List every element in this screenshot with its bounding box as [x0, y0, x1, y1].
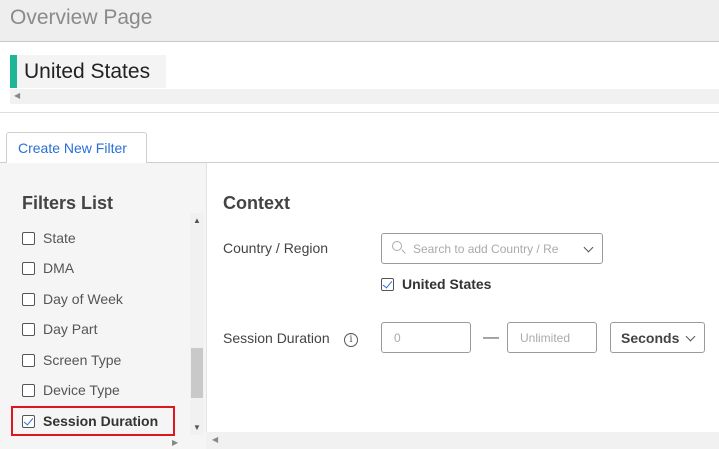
top-horizontal-scrollbar[interactable]: ◀ [10, 89, 719, 104]
selected-country-label: United States [24, 60, 151, 83]
info-icon[interactable]: i [344, 333, 358, 347]
filter-item-label: State [43, 230, 76, 246]
country-region-label: Country / Region [223, 240, 329, 256]
scroll-down-icon[interactable]: ▼ [193, 423, 201, 432]
filter-item-label: Day of Week [43, 291, 123, 307]
session-duration-highlight [11, 406, 175, 436]
filter-item-label: DMA [43, 260, 75, 276]
filter-item-day-part[interactable]: Day Part [22, 318, 97, 340]
filter-item-label: Device Type [43, 382, 120, 398]
scroll-up-icon[interactable]: ▲ [193, 216, 201, 225]
country-option-label: United States [402, 276, 492, 292]
checkbox[interactable] [22, 383, 35, 397]
chevron-down-icon[interactable] [685, 331, 696, 342]
country-accent-bar [10, 55, 17, 88]
scroll-right-icon[interactable]: ▶ [172, 438, 178, 447]
checkbox-checked[interactable] [381, 277, 394, 291]
tab-create-new-filter[interactable]: Create New Filter [6, 132, 147, 163]
filter-item-label: Day Part [43, 321, 98, 337]
country-search-dropdown[interactable] [381, 233, 603, 264]
scrollbar-thumb[interactable] [191, 348, 203, 398]
page-title: Overview Page [10, 6, 153, 29]
scroll-left-icon[interactable]: ◀ [14, 91, 20, 100]
session-duration-min-input[interactable] [381, 322, 471, 353]
chevron-down-icon[interactable] [583, 242, 594, 253]
checkbox[interactable] [22, 292, 35, 306]
country-option-united-states[interactable]: United States [381, 273, 491, 295]
duration-unit-label: Seconds [621, 330, 680, 346]
scroll-left-icon[interactable]: ◀ [212, 435, 218, 444]
filter-item-day-of-week[interactable]: Day of Week [22, 288, 123, 310]
checkbox[interactable] [22, 261, 35, 275]
max-input[interactable] [520, 329, 590, 347]
filter-item-screen-type[interactable]: Screen Type [22, 349, 121, 371]
filters-vertical-scrollbar[interactable]: ▲ ▼ [190, 213, 204, 435]
min-input[interactable] [394, 329, 464, 347]
checkbox[interactable] [22, 231, 35, 245]
top-bar: Overview Page [0, 0, 719, 42]
filters-list-heading: Filters List [22, 193, 114, 213]
filter-item-state[interactable]: State [22, 227, 76, 249]
context-horizontal-scrollbar[interactable]: ◀ [206, 432, 719, 449]
duration-unit-select[interactable]: Seconds [610, 322, 705, 353]
divider [0, 112, 719, 113]
tab-label: Create New Filter [18, 140, 127, 156]
checkbox[interactable] [22, 353, 35, 367]
country-search-input[interactable] [413, 240, 571, 258]
filters-list-panel: Filters List State DMA Day of Week Day P… [0, 163, 206, 449]
range-separator: — [483, 329, 499, 346]
selected-country-header: United States [10, 55, 166, 88]
session-duration-max-input[interactable] [507, 322, 597, 353]
filter-item-device-type[interactable]: Device Type [22, 379, 120, 401]
checkbox[interactable] [22, 322, 35, 336]
search-icon [392, 241, 402, 251]
filter-item-dma[interactable]: DMA [22, 257, 74, 279]
filter-item-label: Screen Type [43, 352, 122, 368]
session-duration-label: Session Duration [223, 330, 330, 346]
context-panel: Context Country / Region United States S… [206, 163, 719, 449]
context-heading: Context [223, 193, 290, 213]
